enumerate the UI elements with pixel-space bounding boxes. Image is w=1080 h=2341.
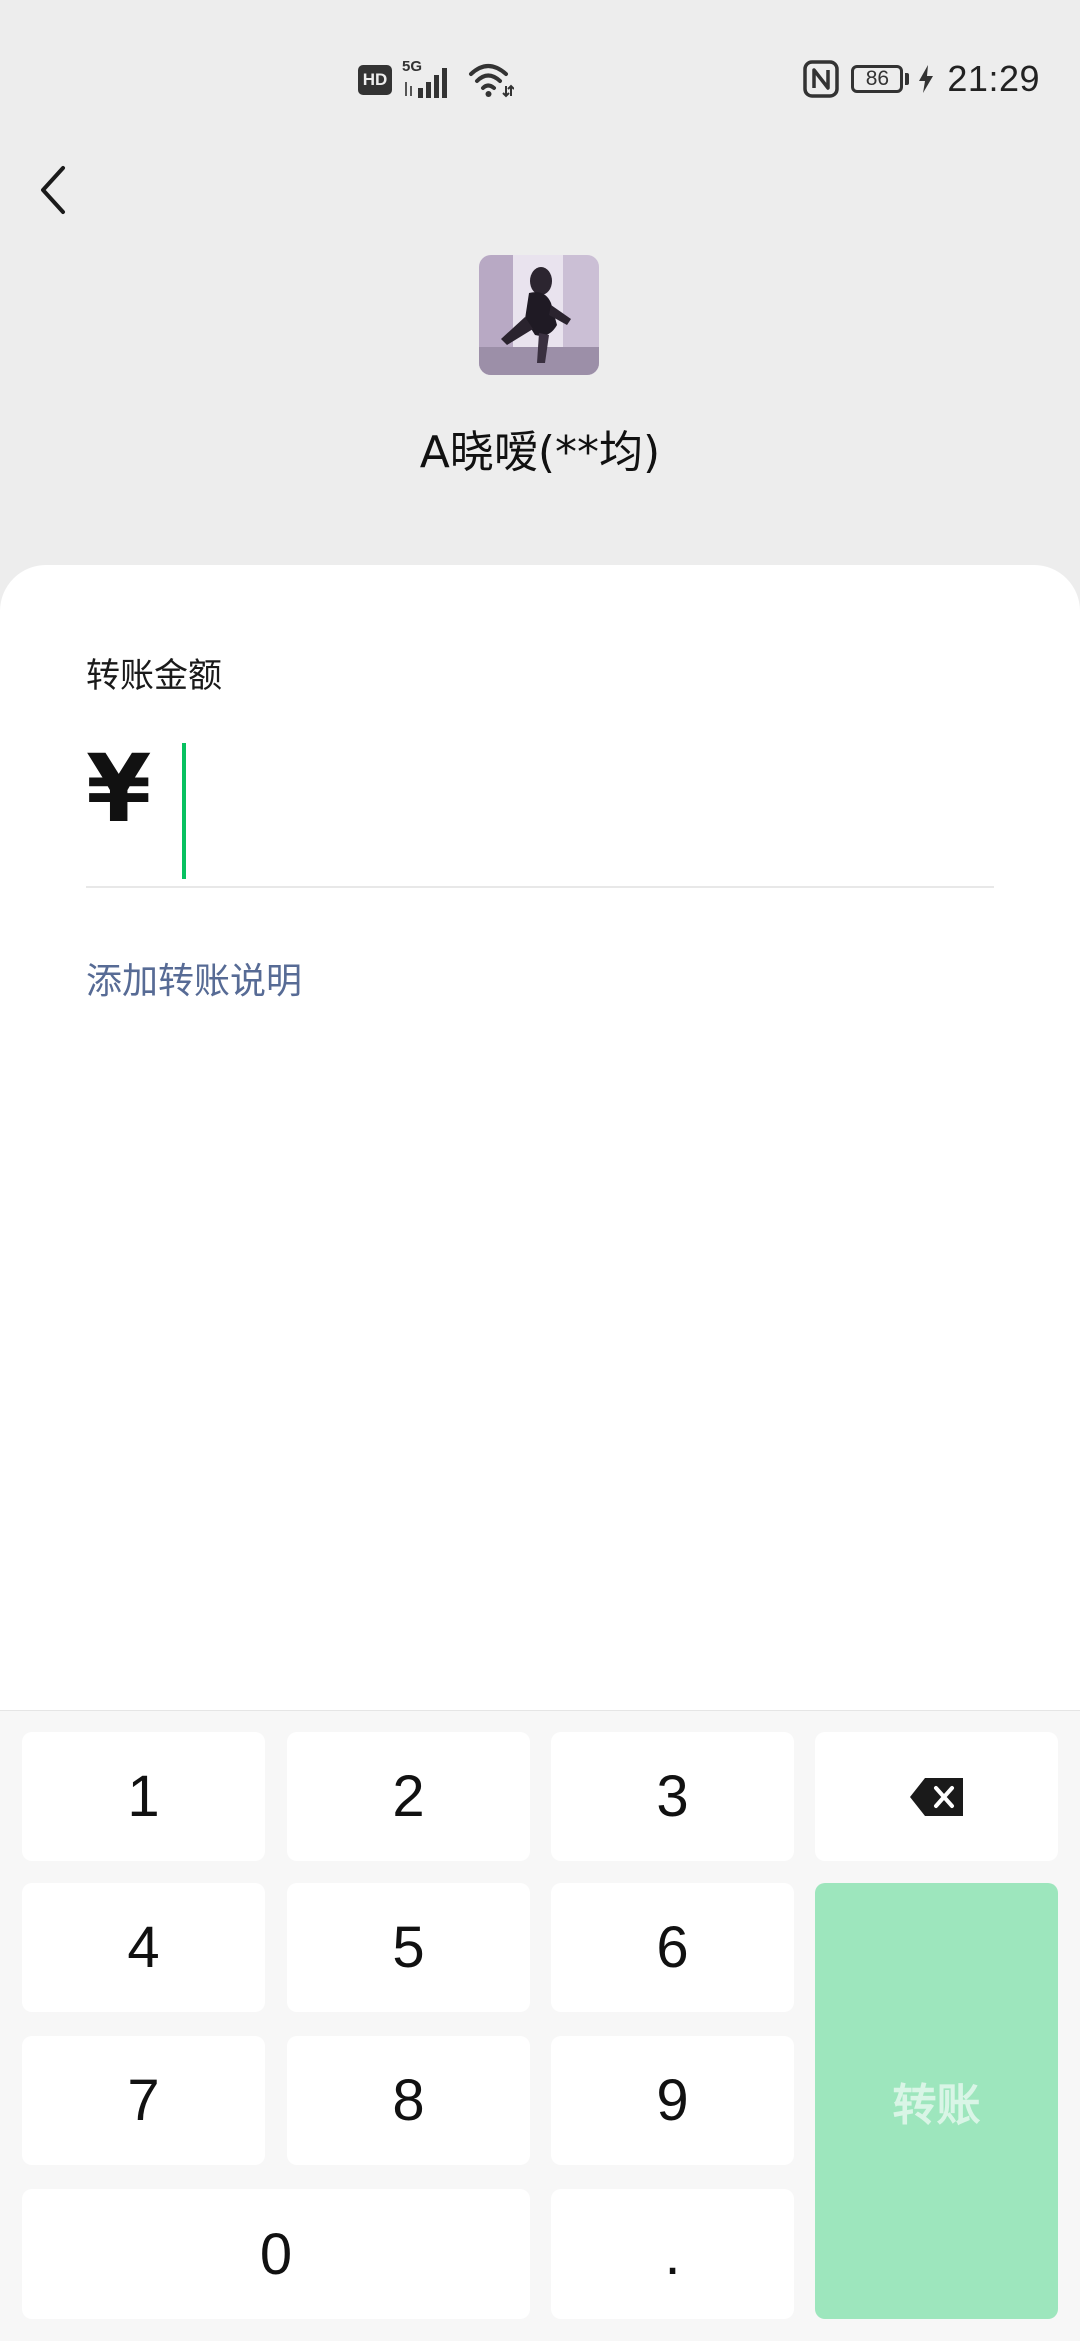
status-network-group: HD 5G (358, 58, 514, 100)
backspace-button[interactable] (815, 1732, 1058, 1861)
transfer-button-label: 转账 (892, 2080, 981, 2131)
key-0[interactable]: 0 (22, 2189, 530, 2319)
key-3[interactable]: 3 (551, 1732, 794, 1861)
hd-badge: HD (358, 65, 392, 95)
avatar-image (479, 255, 599, 375)
battery-tip (905, 73, 910, 85)
key-2[interactable]: 2 (287, 1732, 530, 1861)
key-1[interactable]: 1 (22, 1732, 265, 1861)
key-7[interactable]: 7 (22, 2036, 265, 2165)
key-decimal[interactable]: . (551, 2189, 794, 2319)
amount-input[interactable] (150, 742, 990, 878)
nfc-icon (803, 60, 840, 98)
key-9[interactable]: 9 (551, 2036, 794, 2165)
cellular-signal-icon: 5G (402, 58, 458, 100)
chevron-left-icon (41, 166, 65, 214)
battery-icon: 86 (851, 65, 904, 93)
battery-level: 86 (865, 67, 890, 90)
wifi-icon (469, 64, 514, 98)
backspace-icon (909, 1777, 963, 1816)
status-bar: HD 5G 86 21:29 (0, 0, 1080, 150)
key-6[interactable]: 6 (551, 1883, 794, 2012)
charging-bolt-icon (919, 65, 934, 93)
status-time: 21:29 (947, 58, 1040, 99)
contact-avatar (479, 255, 599, 375)
transfer-panel (0, 565, 1080, 1710)
contact-name: A晓嗳(**均) (419, 427, 661, 478)
transfer-button[interactable]: 转账 (815, 1883, 1058, 2319)
amount-label: 转账金额 (86, 656, 222, 696)
key-4[interactable]: 4 (22, 1883, 265, 2012)
back-button[interactable] (28, 158, 78, 222)
status-system-group: 86 21:29 (803, 54, 1040, 104)
key-8[interactable]: 8 (287, 2036, 530, 2165)
key-5[interactable]: 5 (287, 1883, 530, 2012)
add-transfer-note-link[interactable]: 添加转账说明 (86, 952, 302, 1004)
text-cursor (182, 743, 186, 879)
amount-divider (86, 886, 994, 888)
currency-symbol: ¥ (86, 735, 152, 844)
